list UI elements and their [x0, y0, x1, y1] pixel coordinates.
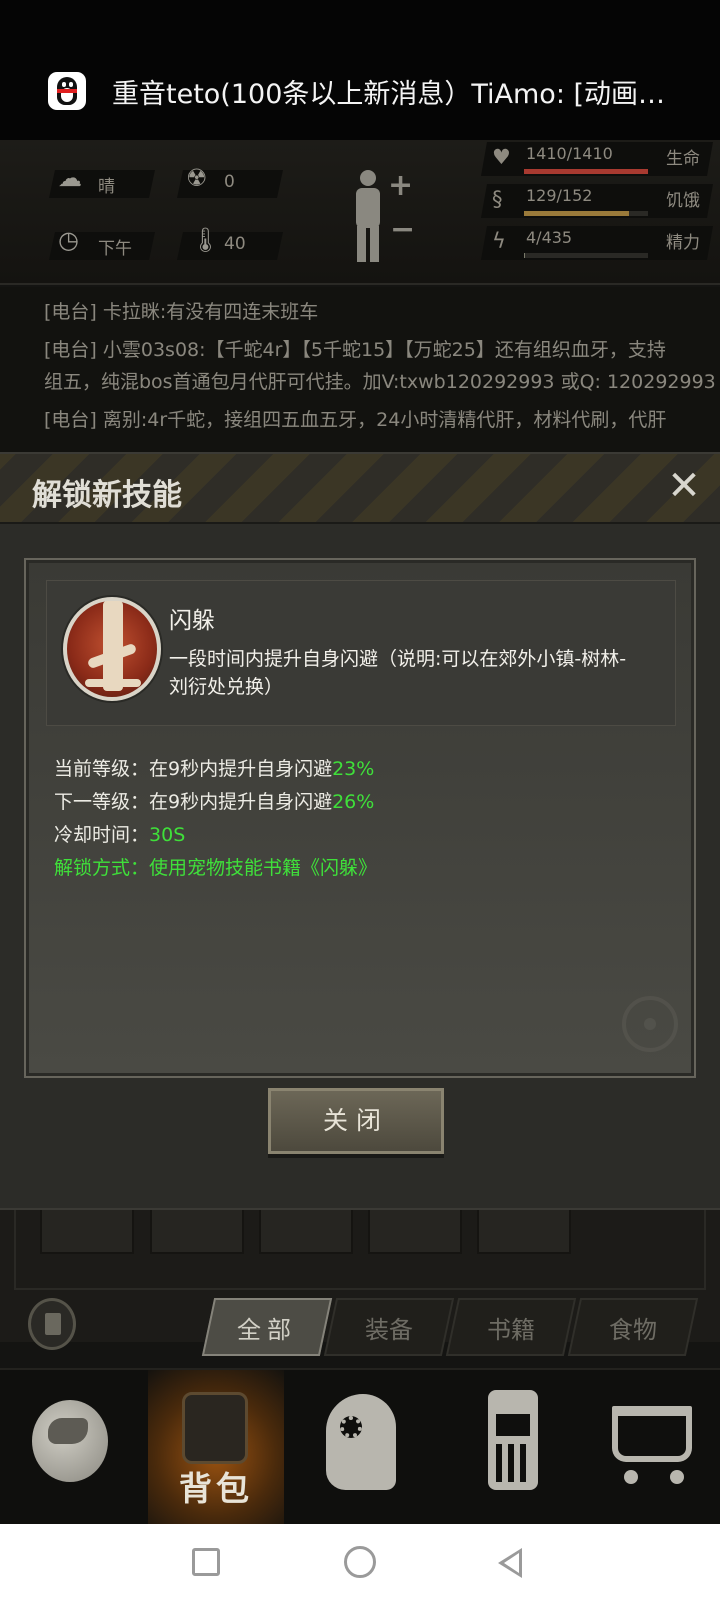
- inventory-slot[interactable]: [40, 1210, 134, 1254]
- health-bar: [524, 169, 648, 174]
- health-label: 生命: [666, 149, 700, 169]
- bottom-nav: 背包: [0, 1368, 720, 1526]
- notification-bar[interactable]: 重音teto(100条以上新消息）TiAmo: [动画…: [0, 0, 720, 140]
- hunger-label: 饥饿: [666, 191, 700, 211]
- next-level-value: 26%: [332, 791, 375, 813]
- cooldown-value: 30S: [149, 824, 186, 846]
- energy-stat: ϟ 4/435 精力: [481, 226, 713, 260]
- game-screen: 重音teto(100条以上新消息）TiAmo: [动画… ☁ 晴 ☢ 0 ◷ 下…: [0, 0, 720, 1602]
- walkie-talkie-icon: [488, 1390, 538, 1490]
- stomach-icon: §: [492, 187, 503, 211]
- character-body-icon[interactable]: [348, 170, 388, 266]
- time-of-day-label: 下午: [98, 239, 132, 259]
- radiation-icon: ☢: [186, 164, 208, 192]
- close-button[interactable]: 关闭: [268, 1088, 444, 1154]
- nav-backpack-label: 背包: [179, 1469, 253, 1508]
- close-icon[interactable]: ✕: [664, 464, 704, 508]
- skill-card: 闪躲 一段时间内提升自身闪避（说明:可以在郊外小镇-树林-刘衍处兑换）: [46, 580, 676, 726]
- radiation-watermark-icon: [622, 996, 678, 1052]
- head-gears-icon: [326, 1394, 396, 1490]
- skill-panel: 闪躲 一段时间内提升自身闪避（说明:可以在郊外小镇-树林-刘衍处兑换） 当前等级…: [24, 558, 696, 1078]
- plus-icon: +: [388, 168, 414, 203]
- energy-value: 4/435: [526, 228, 573, 247]
- home-icon[interactable]: [344, 1546, 376, 1578]
- next-level-label: 下一等级：在9秒内提升自身闪避: [54, 791, 333, 813]
- nav-world-map[interactable]: [0, 1370, 136, 1526]
- next-level-row: 下一等级：在9秒内提升自身闪避26%: [54, 787, 374, 814]
- heart-icon: ♥: [492, 145, 511, 169]
- recent-apps-icon[interactable]: [192, 1548, 220, 1576]
- health-value: 1410/1410: [526, 144, 613, 163]
- chat-message: [电台] 卡拉眯:有没有四连末班车: [44, 301, 319, 323]
- globe-icon: [32, 1400, 108, 1482]
- health-stat: ♥ 1410/1410 生命: [481, 142, 713, 176]
- hunger-value: 129/152: [526, 186, 593, 205]
- inventory-slot[interactable]: [368, 1210, 462, 1254]
- status-header: ☁ 晴 ☢ 0 ◷ 下午 🌡 40 + − ♥ 1410/1410 生命 § 1…: [0, 140, 720, 285]
- unlock-skill-dialog: 解锁新技能 ✕ 闪躲 一段时间内提升自身闪避（说明:可以在郊外小镇-树林-刘衍处…: [0, 452, 720, 1210]
- nav-backpack[interactable]: 背包: [148, 1370, 284, 1526]
- radiation-value: 0: [224, 172, 235, 192]
- hunger-stat: § 129/152 饥饿: [481, 184, 713, 218]
- hunger-bar: [524, 211, 630, 216]
- cloud-sun-icon: ☁: [58, 164, 82, 192]
- nav-radio[interactable]: [444, 1370, 580, 1526]
- system-nav-bar: [0, 1524, 720, 1602]
- tab-books-label: 书籍: [487, 1316, 535, 1344]
- skill-description: 一段时间内提升自身闪避（说明:可以在郊外小镇-树林-刘衍处兑换）: [169, 648, 627, 698]
- lightning-icon: ϟ: [492, 229, 506, 253]
- inventory-slot[interactable]: [259, 1210, 353, 1254]
- chat-message: [电台] 离别:4r千蛇，接组四五血五牙，24小时清精代肝，材料代刷，代肝: [44, 409, 667, 431]
- energy-label: 精力: [666, 233, 700, 253]
- clock-icon: ◷: [58, 226, 79, 254]
- trash-icon[interactable]: [28, 1298, 76, 1350]
- nav-skills[interactable]: [296, 1370, 432, 1526]
- cooldown-row: 冷却时间：30S: [54, 820, 185, 847]
- chat-message: 组五，纯混bos首通包月代肝可代挂。加V:txwb120292993 或Q: 1…: [44, 371, 716, 393]
- thermometer-icon: 🌡: [190, 226, 221, 254]
- backpack-icon: [182, 1392, 248, 1464]
- skill-name: 闪躲: [169, 608, 215, 634]
- unlock-method: 解锁方式：使用宠物技能书籍《闪躲》: [54, 857, 378, 879]
- tab-all-label: 全部: [237, 1316, 297, 1344]
- inventory-slot[interactable]: [150, 1210, 244, 1254]
- current-level-label: 当前等级：在9秒内提升自身闪避: [54, 758, 333, 780]
- chat-message: [电台] 小雲03s08:【千蛇4r】【5千蛇15】【万蛇25】还有组织血牙，支…: [44, 339, 666, 361]
- nav-shop[interactable]: [592, 1370, 720, 1526]
- cooldown-label: 冷却时间：: [54, 824, 150, 846]
- weather-label: 晴: [98, 177, 115, 197]
- energy-bar: [524, 253, 526, 258]
- dialog-title: 解锁新技能: [32, 478, 182, 513]
- dialog-header: 解锁新技能 ✕: [0, 454, 720, 524]
- current-level-row: 当前等级：在9秒内提升自身闪避23%: [54, 754, 374, 781]
- qq-app-icon: [48, 72, 86, 110]
- radio-chat[interactable]: [电台] 卡拉眯:有没有四连末班车 [电台] 小雲03s08:【千蛇4r】【5千…: [0, 287, 720, 457]
- current-level-value: 23%: [332, 758, 375, 780]
- temperature-value: 40: [224, 234, 246, 254]
- notification-text: 重音teto(100条以上新消息）TiAmo: [动画…: [112, 79, 666, 110]
- shopping-cart-icon: [612, 1406, 692, 1484]
- back-icon[interactable]: [498, 1548, 522, 1578]
- minus-icon: −: [390, 212, 416, 247]
- inventory-slot[interactable]: [477, 1210, 571, 1254]
- tab-equipment-label: 装备: [365, 1316, 413, 1344]
- tab-food-label: 食物: [609, 1316, 657, 1344]
- dodge-skill-icon: [63, 597, 161, 701]
